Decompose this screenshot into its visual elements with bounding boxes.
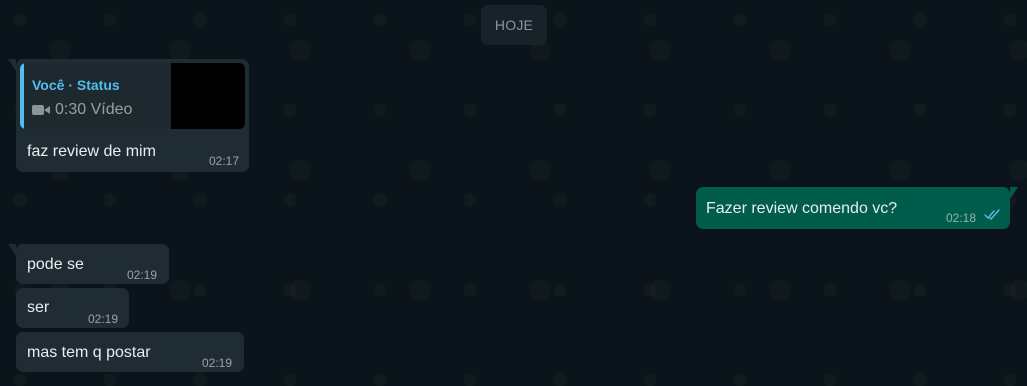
- quote-media-label: 0:30 Vídeo: [55, 101, 133, 118]
- incoming-message[interactable]: pode se 02:19: [8, 244, 169, 284]
- incoming-message[interactable]: ser 02:19: [16, 288, 129, 328]
- message-time: 02:19: [202, 356, 233, 370]
- quote-media-info: 0:30 Vídeo: [32, 99, 132, 120]
- message-text: faz review de mim: [27, 143, 156, 160]
- outgoing-message[interactable]: Fazer review comendo vc? 02:18: [696, 187, 1018, 229]
- date-chip: HOJE: [481, 5, 547, 45]
- date-chip-label: HOJE: [494, 17, 534, 33]
- status-reply-message[interactable]: Você · Status 0:30 Vídeo faz review de m…: [8, 59, 249, 172]
- status-thumbnail[interactable]: [171, 63, 245, 129]
- message-text: ser: [27, 299, 50, 316]
- message-text: Fazer review comendo vc?: [706, 200, 898, 217]
- incoming-message[interactable]: mas tem q postar 02:19: [16, 332, 244, 372]
- message-time: 02:17: [208, 154, 239, 168]
- message-time: 02:19: [88, 312, 119, 326]
- quote-author: Você · Status: [32, 77, 120, 93]
- chat-area: HOJE Você · Status 0:30 Vídeo faz review…: [0, 0, 1027, 386]
- video-camera-icon: [32, 104, 50, 116]
- message-text: pode se: [27, 256, 84, 273]
- quoted-status[interactable]: Você · Status 0:30 Vídeo: [20, 63, 245, 129]
- quote-accent-bar: [20, 63, 24, 129]
- message-time: 02:18: [946, 211, 977, 225]
- message-time: 02:19: [127, 268, 158, 282]
- message-text: mas tem q postar: [27, 344, 151, 361]
- double-check-read-icon: [984, 209, 1000, 220]
